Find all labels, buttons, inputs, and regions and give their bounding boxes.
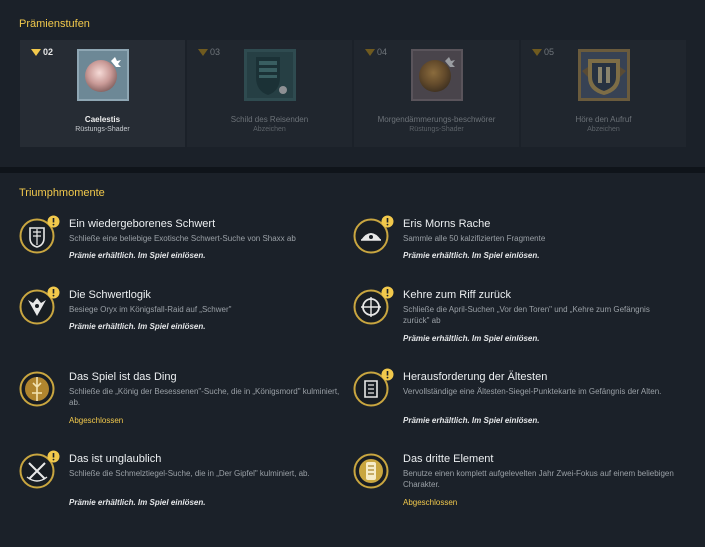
triumph-description: Schließe eine beliebige Exotische Schwer…: [69, 234, 296, 243]
tier-reward-name: Höre den Aufruf: [575, 115, 632, 124]
triumph-title: Kehre zum Riff zurück: [403, 289, 512, 301]
reward-tier-02[interactable]: 02 Caelestis Rüstungs-Shader: [20, 40, 185, 147]
alert-badge-icon: [381, 368, 394, 381]
triumphs-title: Triumphmomente: [19, 187, 105, 199]
focus-triumph-icon: [353, 453, 389, 489]
triumph-title: Das dritte Element: [403, 453, 494, 465]
reward-tiers-title: Prämienstufen: [19, 18, 90, 30]
triumph-item[interactable]: Ein wiedergeborenes Schwert Schließe ein…: [19, 215, 349, 266]
tier-reward-type: Rüstungs-Shader: [75, 126, 130, 133]
tier-reward-type: Rüstungs-Shader: [409, 126, 464, 133]
triumph-item[interactable]: Kehre zum Riff zurück Schließe die April…: [353, 286, 683, 347]
tier-marker-icon: [31, 49, 41, 56]
tier-marker-icon: [365, 49, 375, 56]
triumph-status: Abgeschlossen: [69, 416, 124, 425]
tier-reward-type: Abzeichen: [587, 126, 620, 133]
triumph-status: Prämie erhältlich. Im Spiel einlösen.: [403, 416, 540, 425]
alert-badge-icon: [47, 450, 60, 463]
triumph-title: Die Schwertlogik: [69, 289, 151, 301]
triumph-status: Prämie erhältlich. Im Spiel einlösen.: [69, 322, 206, 331]
tier-number: 05: [532, 47, 554, 57]
triumph-title: Das Spiel ist das Ding: [69, 371, 177, 383]
triumph-title: Eris Morns Rache: [403, 218, 491, 230]
shader-icon: [77, 49, 129, 101]
alert-badge-icon: [381, 215, 394, 228]
tier-number: 02: [31, 47, 53, 57]
emblem-icon: [244, 49, 296, 101]
triumph-item[interactable]: Die Schwertlogik Besiege Oryx im Königsf…: [19, 286, 349, 337]
reward-tier-03[interactable]: 03 Schild des Reisenden Abzeichen: [187, 40, 352, 147]
triumph-item[interactable]: Eris Morns Rache Sammle alle 50 kalzifiz…: [353, 215, 683, 266]
triumph-status: Prämie erhältlich. Im Spiel einlösen.: [69, 498, 206, 507]
tier-reward-name: Caelestis: [84, 115, 121, 124]
tier-reward-name: Morgendämmerungs-beschwörer: [377, 115, 496, 124]
king-triumph-icon: [19, 371, 55, 407]
triumph-item[interactable]: Das ist unglaublich Schließe die Schmelz…: [19, 450, 349, 511]
triumph-item[interactable]: Das Spiel ist das Ding Schließe die „Kön…: [19, 371, 349, 429]
reward-tiers-panel: Prämienstufen 02 Caelestis Rüstungs-Shad…: [0, 0, 705, 167]
triumph-status: Prämie erhältlich. Im Spiel einlösen.: [403, 251, 540, 260]
alert-badge-icon: [47, 215, 60, 228]
triumph-description: Schließe die Schmelztiegel-Suche, die in…: [69, 469, 310, 478]
triumph-description: Schließe die „König der Besessenen"-Such…: [69, 387, 340, 407]
triumph-description: Schließe die April-Suchen „Vor den Toren…: [403, 305, 650, 325]
triumphs-panel: Triumphmomente Ein wiedergeborenes Schwe…: [0, 173, 705, 547]
triumph-status: Prämie erhältlich. Im Spiel einlösen.: [69, 251, 206, 260]
tier-marker-icon: [532, 49, 542, 56]
triumph-description: Sammle alle 50 kalzifizierten Fragmente: [403, 234, 546, 243]
triumph-status: Prämie erhältlich. Im Spiel einlösen.: [403, 334, 540, 343]
triumph-title: Herausforderung der Ältesten: [403, 371, 548, 383]
triumph-status: Abgeschlossen: [403, 498, 458, 507]
tier-reward-name: Schild des Reisenden: [230, 115, 309, 124]
tier-number: 03: [198, 47, 220, 57]
triumph-title: Das ist unglaublich: [69, 453, 162, 465]
tier-reward-type: Abzeichen: [253, 126, 286, 133]
triumph-description: Besiege Oryx im Königsfall-Raid auf „Sch…: [69, 305, 232, 314]
alert-badge-icon: [47, 286, 60, 299]
triumph-title: Ein wiedergeborenes Schwert: [69, 218, 216, 230]
tier-marker-icon: [198, 49, 208, 56]
emblem-icon: [578, 49, 630, 101]
triumph-item[interactable]: Herausforderung der Ältesten Vervollstän…: [353, 368, 683, 429]
alert-badge-icon: [381, 286, 394, 299]
reward-tier-05[interactable]: 05 Höre den Aufruf Abzeichen: [521, 40, 686, 147]
triumph-item[interactable]: Das dritte Element Benutze einen komplet…: [353, 453, 683, 511]
triumph-description: Vervollständige eine Ältesten-Siegel-Pun…: [403, 387, 662, 396]
reward-tier-04[interactable]: 04 Morgendämmerungs-beschwörer Rüstungs-…: [354, 40, 519, 147]
triumph-description: Benutze einen komplett aufgelevelten Jah…: [403, 469, 674, 489]
shader-icon: [411, 49, 463, 101]
tier-number: 04: [365, 47, 387, 57]
